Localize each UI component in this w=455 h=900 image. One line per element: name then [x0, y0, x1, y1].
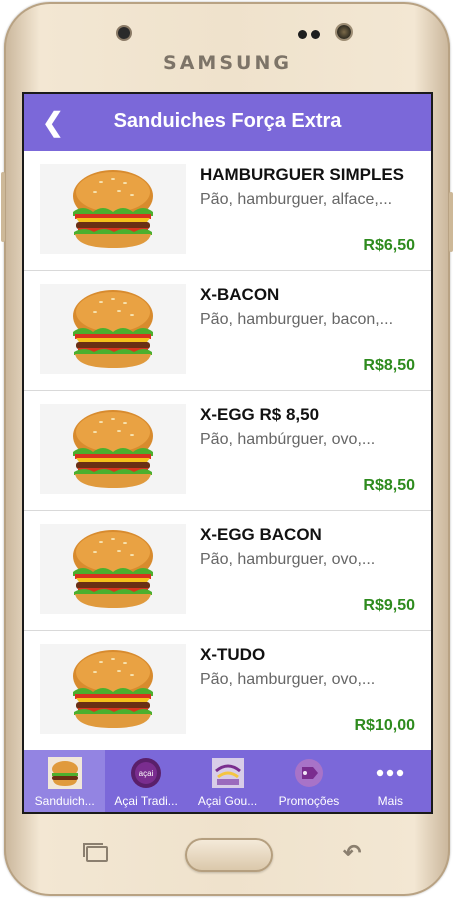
product-description: Pão, hamburguer, ovo,...	[200, 551, 376, 568]
svg-text:açai: açai	[139, 769, 154, 778]
burger-image	[40, 524, 186, 614]
product-item[interactable]: X-EGG R$ 8,50 Pão, hambúrguer, ovo,... R$8…	[24, 391, 431, 511]
front-camera	[337, 25, 351, 39]
recent-apps-button[interactable]	[83, 843, 108, 862]
product-name: X-TUDO	[200, 645, 266, 664]
nav-item[interactable]: Açai Gou...	[187, 750, 268, 812]
product-name: HAMBURGUER SIMPLES	[200, 165, 405, 184]
brand-logo: SAMSUNG	[163, 52, 292, 74]
product-item[interactable]: X-TUDO Pão, hamburguer, ovo,... R$10,00	[24, 631, 431, 751]
acai-icon: açai	[129, 757, 163, 789]
burger-image	[40, 404, 186, 494]
more-dots-icon	[373, 757, 407, 789]
bottom-navigation: Sanduich... açai Açai Tradi... Açai Gou... P…	[24, 750, 431, 812]
light-sensor	[311, 30, 320, 39]
back-button[interactable]: ↶	[343, 842, 373, 864]
product-description: Pão, hambúrguer, ovo,...	[200, 431, 376, 448]
acai-gourmet-icon	[211, 757, 245, 789]
app-bar: ❮ Sanduiches Força Extra	[24, 94, 431, 151]
burger-icon	[47, 757, 82, 789]
page-title: Sanduiches Força Extra	[113, 110, 342, 132]
home-button[interactable]	[185, 838, 273, 872]
product-price: R$10,00	[354, 717, 416, 734]
proximity-sensor	[298, 30, 307, 39]
nav-item[interactable]: Mais	[350, 750, 431, 812]
product-price: R$8,50	[363, 357, 415, 374]
product-price: R$9,50	[363, 597, 415, 614]
nav-label: Açai Tradi...	[114, 794, 178, 808]
nav-item[interactable]: açai Açai Tradi...	[105, 750, 186, 812]
product-item[interactable]: HAMBURGUER SIMPLES Pão, hamburguer, alfac…	[24, 151, 431, 271]
product-name: X-BACON	[200, 285, 280, 304]
nav-item[interactable]: Sanduich...	[24, 750, 106, 812]
nav-label: Promoções	[278, 794, 340, 808]
burger-image	[40, 164, 186, 254]
product-price: R$6,50	[363, 237, 415, 254]
power-button	[449, 192, 453, 252]
product-name: X-EGG R$ 8,50	[200, 405, 320, 424]
product-item[interactable]: X-BACON Pão, hamburguer, bacon,... R$8,50	[24, 271, 431, 391]
nav-item[interactable]: Promoções	[268, 750, 349, 812]
earpiece	[118, 27, 130, 39]
app-screen: ❮ Sanduiches Força Extra HAMBURGUER SIMP…	[22, 92, 433, 814]
volume-button	[1, 172, 5, 242]
promo-tag-icon	[292, 757, 326, 789]
product-price: R$8,50	[363, 477, 415, 494]
product-item[interactable]: X-EGG BACON Pão, hamburguer, ovo,... R$9,5…	[24, 511, 431, 631]
product-description: Pão, hamburguer, alface,...	[200, 191, 393, 208]
nav-label: Açai Gou...	[197, 794, 258, 808]
product-name: X-EGG BACON	[200, 525, 322, 544]
product-description: Pão, hamburguer, ovo,...	[200, 671, 376, 688]
product-description: Pão, hamburguer, bacon,...	[200, 311, 394, 328]
burger-image	[40, 284, 186, 374]
burger-image	[40, 644, 186, 734]
nav-label: Sanduich...	[34, 794, 95, 808]
product-list: HAMBURGUER SIMPLES Pão, hamburguer, alfac…	[24, 151, 431, 751]
nav-label: Mais	[377, 794, 403, 808]
